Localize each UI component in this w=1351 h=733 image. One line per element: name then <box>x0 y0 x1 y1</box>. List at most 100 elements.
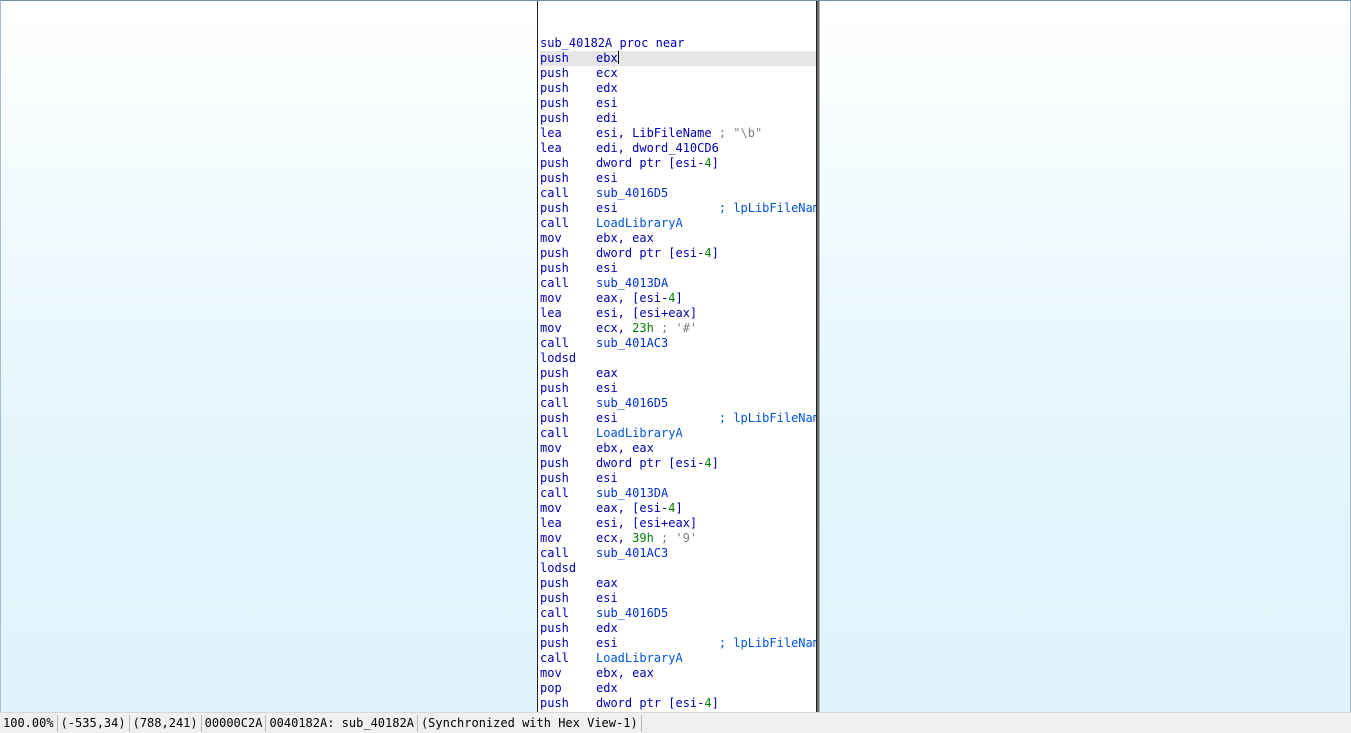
operand-reg: dword ptr [esi- <box>596 456 705 470</box>
instruction-line[interactable]: call sub_4013DA <box>540 276 816 291</box>
operand-sym: sub_4016D5 <box>596 606 669 620</box>
mnemonic: lea <box>540 141 562 155</box>
mnemonic: push <box>540 66 569 80</box>
mnemonic: call <box>540 606 569 620</box>
instruction-line[interactable]: push dword ptr [esi-4] <box>540 246 816 261</box>
mnemonic: push <box>540 246 569 260</box>
operand-reg: ] <box>675 291 683 305</box>
mnemonic: call <box>540 486 569 500</box>
operand-reg: edx <box>596 621 618 635</box>
instruction-line[interactable]: mov ecx, 23h ; '#' <box>540 321 816 336</box>
instruction-line[interactable]: call sub_4013DA <box>540 486 816 501</box>
operand-reg: ebx, eax <box>596 666 654 680</box>
mnemonic: push <box>540 621 569 635</box>
instruction-line[interactable]: mov ebx, eax <box>540 231 816 246</box>
mnemonic: push <box>540 696 569 710</box>
function-block[interactable]: sub_40182A proc near push ebx push ecx push e… <box>537 1 817 712</box>
operand-reg: edi <box>596 111 618 125</box>
instruction-line[interactable]: lea esi, [esi+eax] <box>540 516 816 531</box>
operand-reg: esi <box>596 201 618 215</box>
mnemonic: lodsd <box>540 351 577 365</box>
mnemonic: mov <box>540 666 562 680</box>
instruction-line[interactable]: call sub_4016D5 <box>540 186 816 201</box>
mnemonic: push <box>540 261 569 275</box>
instruction-line[interactable]: push esi ; lpLibFileName <box>540 411 816 426</box>
operand-sym: sub_4013DA <box>596 276 669 290</box>
mnemonic: lea <box>540 516 562 530</box>
operand-reg: eax, [esi- <box>596 291 669 305</box>
instruction-line[interactable]: call sub_401AC3 <box>540 336 816 351</box>
operand-cmt: ; "\b" <box>711 126 763 140</box>
operand-imp: ; lpLibFileName <box>617 411 817 425</box>
operand-reg: ] <box>675 501 683 515</box>
instruction-line[interactable]: push ebx <box>540 51 816 66</box>
operand-reg: esi, [esi+eax] <box>596 306 698 320</box>
instruction-line[interactable]: push eax <box>540 366 816 381</box>
proc-header[interactable]: sub_40182A proc near <box>540 36 816 51</box>
mnemonic: pop <box>540 681 562 695</box>
instruction-line[interactable]: call sub_4016D5 <box>540 396 816 411</box>
instruction-line[interactable]: push esi ; lpLibFileName <box>540 636 816 651</box>
instruction-line[interactable]: call LoadLibraryA <box>540 216 816 231</box>
operand-reg: ebx <box>596 51 618 65</box>
operand-imp: LoadLibraryA <box>596 651 683 665</box>
instruction-line[interactable]: push esi <box>540 96 816 111</box>
operand-reg: ] <box>711 246 719 260</box>
instruction-line[interactable]: push dword ptr [esi-4] <box>540 696 816 711</box>
instruction-line[interactable]: mov ecx, 39h ; '9' <box>540 531 816 546</box>
mnemonic: push <box>540 471 569 485</box>
operand-imp: LoadLibraryA <box>596 216 683 230</box>
instruction-line[interactable]: mov eax, [esi-4] <box>540 501 816 516</box>
operand-num: 4 <box>704 696 712 710</box>
instruction-line[interactable]: pop edx <box>540 681 816 696</box>
instruction-line[interactable]: push edx <box>540 81 816 96</box>
graph-view[interactable]: sub_40182A proc near push ebx push ecx push e… <box>0 0 1351 712</box>
instruction-line[interactable]: lea esi, [esi+eax] <box>540 306 816 321</box>
mnemonic: call <box>540 651 569 665</box>
instruction-line[interactable]: push esi <box>540 381 816 396</box>
instruction-line[interactable]: push edi <box>540 111 816 126</box>
instruction-line[interactable]: push ecx <box>540 66 816 81</box>
mnemonic: call <box>540 186 569 200</box>
mnemonic: call <box>540 426 569 440</box>
operand-reg: esi <box>596 636 618 650</box>
zoom-level: 100.00% <box>0 714 58 732</box>
instruction-line[interactable]: push dword ptr [esi-4] <box>540 156 816 171</box>
graph-coordinates: (788,241) <box>130 714 202 732</box>
instruction-line[interactable]: push esi <box>540 591 816 606</box>
instruction-line[interactable]: lodsd <box>540 351 816 366</box>
mnemonic: push <box>540 576 569 590</box>
mnemonic: push <box>540 96 569 110</box>
instruction-line[interactable]: call sub_401AC3 <box>540 546 816 561</box>
instruction-line[interactable]: push eax <box>540 576 816 591</box>
instruction-line[interactable]: lea edi, dword_410CD6 <box>540 141 816 156</box>
instruction-line[interactable]: mov eax, [esi-4] <box>540 291 816 306</box>
instruction-line[interactable]: lea esi, LibFileName ; "\b" <box>540 126 816 141</box>
mnemonic: lea <box>540 306 562 320</box>
instruction-line[interactable]: push edx <box>540 621 816 636</box>
mnemonic: call <box>540 336 569 350</box>
instruction-line[interactable]: mov ebx, eax <box>540 441 816 456</box>
instruction-line[interactable]: push esi ; lpLibFileName <box>540 201 816 216</box>
mnemonic: mov <box>540 531 562 545</box>
instruction-line[interactable]: push esi <box>540 471 816 486</box>
instruction-line[interactable]: push esi <box>540 261 816 276</box>
mnemonic: mov <box>540 501 562 515</box>
operand-imp: ; lpLibFileName <box>617 636 817 650</box>
instruction-line[interactable]: mov ebx, eax <box>540 666 816 681</box>
operand-reg: ecx <box>596 66 618 80</box>
instruction-line[interactable]: call LoadLibraryA <box>540 651 816 666</box>
operand-imp: LoadLibraryA <box>596 426 683 440</box>
operand-reg: esi <box>596 381 618 395</box>
instruction-line[interactable]: push dword ptr [esi-4] <box>540 456 816 471</box>
operand-reg: esi <box>596 96 618 110</box>
instruction-line[interactable]: call sub_4016D5 <box>540 606 816 621</box>
mnemonic: call <box>540 216 569 230</box>
instruction-line[interactable]: push esi <box>540 171 816 186</box>
mnemonic: mov <box>540 321 562 335</box>
instruction-line[interactable]: call LoadLibraryA <box>540 426 816 441</box>
operand-reg: dword ptr [esi- <box>596 246 705 260</box>
operand-sym: sub_4016D5 <box>596 396 669 410</box>
operand-num: 4 <box>704 156 712 170</box>
instruction-line[interactable]: lodsd <box>540 561 816 576</box>
